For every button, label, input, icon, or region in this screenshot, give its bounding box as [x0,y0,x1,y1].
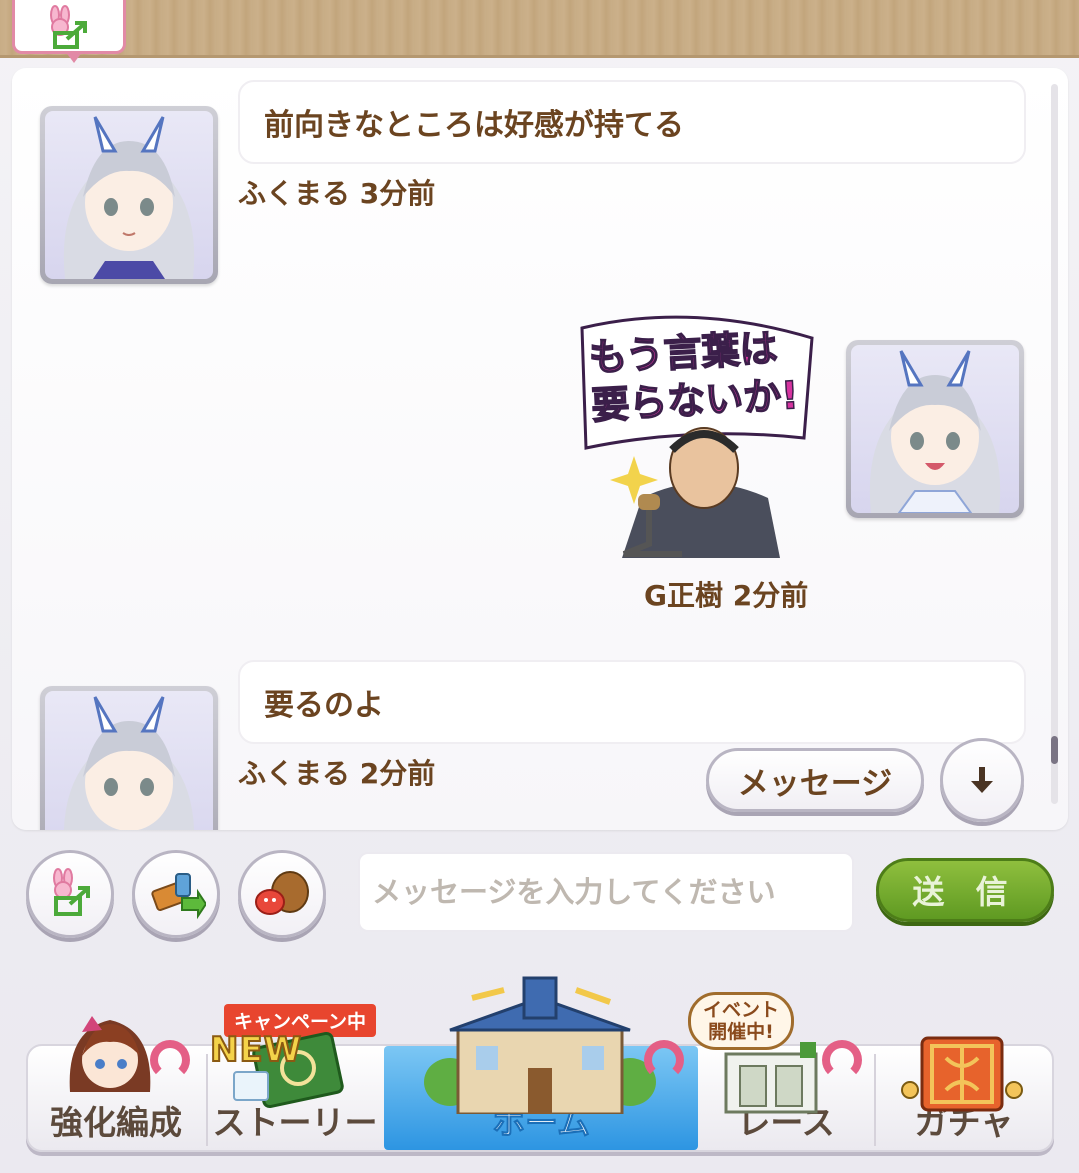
message-list-button[interactable]: メッセージ [706,748,924,812]
nav-label: 強化編成 [50,1103,182,1142]
message-time: 3分前 [359,177,436,210]
race-gate-icon [724,1042,818,1114]
avatar-horse-girl-smiling-icon [869,350,1001,513]
avatar-fukumaru[interactable] [40,106,218,284]
chat-panel[interactable]: 前向きなところは好感が持てる ふくまる 3分前 もう言葉は要らないか! G正樹 … [12,68,1068,830]
character-tiara-icon [69,1016,151,1092]
sender-name: ふくまる [238,757,351,790]
ticket-icon [151,873,206,920]
avatar-self[interactable] [846,340,1024,518]
stamp-icon [255,871,309,915]
share-tool-button[interactable] [26,850,114,938]
horseshoe-badge-icon [150,1040,190,1080]
message-bubble: 前向きなところは好感が持てる [238,80,1026,164]
avatar-horse-girl-icon [63,116,195,279]
message-meta: ふくまる 2分前 [238,752,435,792]
new-badge: NEW [209,1029,303,1071]
message-meta: ふくまる 3分前 [238,172,435,212]
message-list-label: メッセージ [737,765,893,802]
event-label-line2: 開催中! [708,1021,774,1043]
share-tab-button[interactable] [12,0,126,63]
sender-name: G正樹 [644,579,723,612]
horseshoe-badge-icon [822,1040,862,1080]
avatar-horse-girl-icon [63,696,195,830]
sticker-image[interactable]: もう言葉は要らないか! [572,308,830,570]
gacha-box-icon [901,1036,1023,1112]
send-button[interactable]: 送 信 [876,858,1054,922]
message-time: 2分前 [732,579,809,612]
send-label: 送 信 [912,873,1018,911]
message-bubble: 要るのよ [238,660,1026,744]
share-bunny-icon [50,4,87,49]
chat-scrollbar[interactable] [1051,84,1058,804]
message-text: 前向きなところは好感が持てる [264,108,684,143]
avatar-fukumaru[interactable] [40,686,218,830]
event-label-line1: イベント [703,999,780,1021]
stamp-tool-button[interactable] [238,850,326,938]
top-wood-bar [0,0,1079,58]
message-input[interactable] [358,852,854,932]
home-building-icon [424,976,656,1114]
message-time: 2分前 [359,757,436,790]
item-tool-button[interactable] [132,850,220,938]
sticker-caption: もう言葉は要らないか! [587,325,800,428]
message-text: 要るのよ [264,688,384,723]
message-meta: G正樹 2分前 [644,574,808,614]
arrow-down-icon [971,767,993,793]
chat-scrollbar-thumb[interactable] [1051,736,1058,764]
share-icon [53,868,90,916]
sender-name: ふくまる [238,177,351,210]
scroll-down-button[interactable] [940,738,1024,822]
horseshoe-badge-icon [644,1040,684,1080]
